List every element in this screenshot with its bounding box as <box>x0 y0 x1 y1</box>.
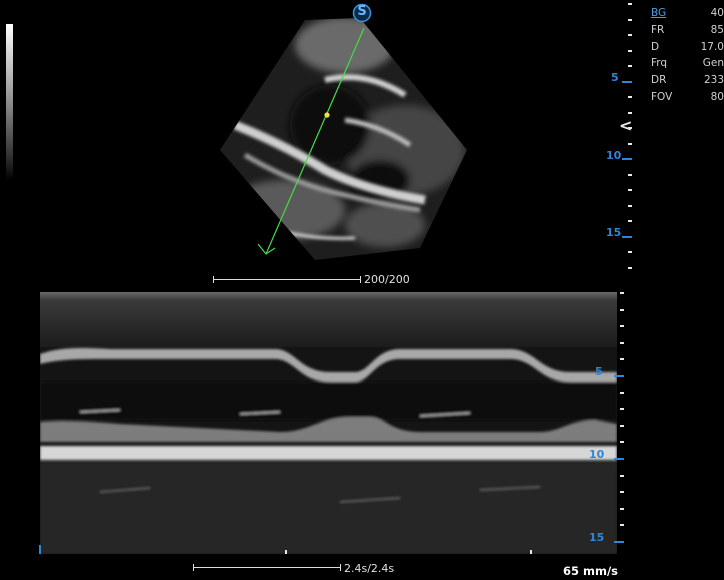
param-value: Gen <box>702 57 724 70</box>
sweep-speed-label: 65 mm/s <box>563 564 619 578</box>
ruler-major-tick <box>622 235 632 238</box>
mmode-strip <box>40 292 617 554</box>
ruler-tick <box>620 424 624 427</box>
steer-badge[interactable]: S <box>352 3 372 23</box>
param-row-dr: DR 233 <box>651 72 724 89</box>
param-row-fov: FOV 80 <box>651 89 724 106</box>
param-value: 85 <box>710 23 724 36</box>
ruler-tick <box>628 65 632 67</box>
sector-scale-label: 200/200 <box>364 273 410 286</box>
ruler-tick <box>620 292 624 294</box>
ruler-tick <box>628 220 632 222</box>
ruler-tick <box>628 251 632 253</box>
param-row-fr: FR 85 <box>651 22 724 39</box>
time-scale-line <box>193 567 341 568</box>
ruler-tick <box>620 308 624 311</box>
param-key: Frq <box>651 57 668 70</box>
upper-ruler-label: 10 <box>606 149 622 162</box>
mmode-graphic <box>40 292 617 554</box>
ruler-major-tick <box>614 375 624 377</box>
lower-depth-ruler <box>600 288 640 550</box>
ruler-tick <box>620 524 624 527</box>
ruler-tick <box>620 474 624 477</box>
param-key[interactable]: BG <box>651 5 666 22</box>
param-key: FR <box>651 23 665 36</box>
lower-ruler-label: 5 <box>595 365 603 378</box>
ruler-tick <box>628 204 632 207</box>
grayscale-bar <box>6 24 13 180</box>
steer-badge-label: S <box>357 4 367 19</box>
ruler-tick <box>628 18 632 21</box>
ruler-tick <box>628 96 632 98</box>
sector-image <box>205 0 475 275</box>
time-scale-label: 2.4s/2.4s <box>344 562 395 575</box>
ruler-tick <box>628 142 632 145</box>
param-key: D <box>651 40 660 53</box>
upper-ruler-label: 5 <box>611 71 619 84</box>
time-scale-cap-left <box>193 564 194 571</box>
upper-depth-ruler <box>600 0 640 290</box>
lower-ruler-label: 15 <box>589 531 605 544</box>
ruler-tick <box>620 358 624 361</box>
param-row-d: D 17.0 <box>651 39 724 56</box>
param-key: DR <box>651 74 667 87</box>
ruler-tick <box>620 507 624 510</box>
ruler-tick <box>628 49 632 52</box>
ruler-tick <box>620 491 624 494</box>
ruler-major-tick <box>614 458 624 460</box>
ruler-tick <box>628 34 632 36</box>
sector-scale-cap-left <box>213 276 214 283</box>
upper-ruler-label: 15 <box>606 226 622 239</box>
ruler-major-tick <box>622 158 632 160</box>
time-tick <box>530 550 532 554</box>
sector-image-graphic <box>220 18 467 260</box>
lower-ruler-label: 10 <box>589 448 605 461</box>
mmode-start-marker <box>39 545 41 554</box>
ruler-tick <box>628 266 632 269</box>
param-value: 17.0 <box>700 40 724 53</box>
ruler-tick <box>620 391 624 394</box>
param-row-bg[interactable]: BG 40 <box>651 5 724 22</box>
ruler-tick <box>620 325 624 328</box>
ultrasound-screen: S 200/200 BG 40 FR 85 D 17.0 Frq Gen DR … <box>0 0 724 580</box>
param-row-frq: Frq Gen <box>651 55 724 72</box>
ruler-tick <box>628 189 632 191</box>
ruler-tick <box>620 341 624 344</box>
focus-marker-icon[interactable]: < <box>619 116 632 135</box>
ruler-tick <box>628 111 632 114</box>
param-value: 233 <box>703 74 724 87</box>
time-tick <box>285 550 287 554</box>
ruler-major-tick <box>614 541 624 543</box>
ruler-tick <box>628 3 632 5</box>
sector-scale-line <box>213 279 361 280</box>
ruler-major-tick <box>622 80 632 83</box>
ruler-tick <box>620 441 624 444</box>
parameter-panel: BG 40 FR 85 D 17.0 Frq Gen DR 233 FOV 80 <box>651 5 724 106</box>
sector-scale-cap-right <box>360 276 361 283</box>
param-key: FOV <box>651 90 673 103</box>
param-value: 40 <box>710 7 724 19</box>
param-value: 80 <box>710 90 724 103</box>
ruler-tick <box>628 173 632 176</box>
time-scale-cap-right <box>340 564 341 571</box>
ruler-tick <box>620 408 624 411</box>
